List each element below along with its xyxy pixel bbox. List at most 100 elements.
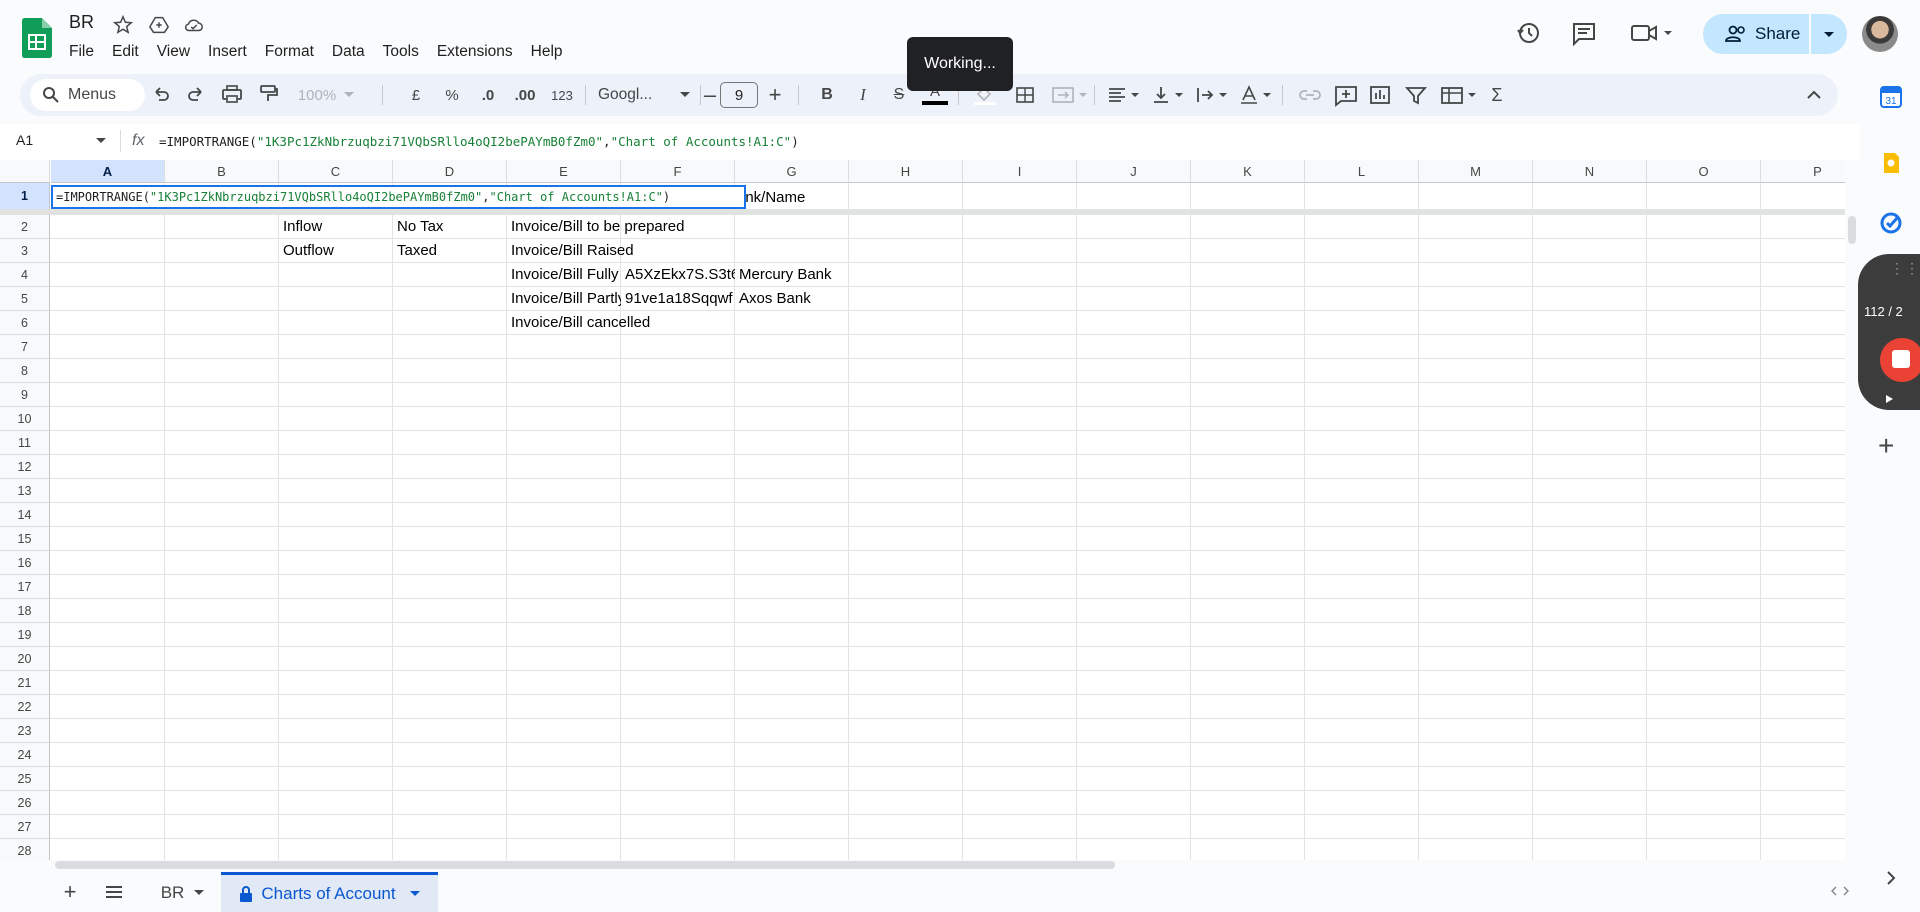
row-header-16[interactable]: 16 xyxy=(0,551,50,575)
play-icon[interactable] xyxy=(1884,394,1894,404)
row-header-7[interactable]: 7 xyxy=(0,335,50,359)
row-header-10[interactable]: 10 xyxy=(0,407,50,431)
insert-chart-icon[interactable] xyxy=(1366,74,1394,116)
column-header-b[interactable]: B xyxy=(165,160,279,183)
menu-file[interactable]: File xyxy=(60,42,103,64)
increase-decimal-button[interactable]: .00 xyxy=(506,74,544,116)
bold-button[interactable]: B xyxy=(810,74,844,116)
cell-d3[interactable]: Taxed xyxy=(393,239,507,263)
account-avatar[interactable] xyxy=(1862,16,1898,52)
drag-handle-icon[interactable]: ⋮⋮ xyxy=(1890,260,1920,277)
row-header-13[interactable]: 13 xyxy=(0,479,50,503)
menu-help[interactable]: Help xyxy=(522,42,572,64)
tasks-icon[interactable] xyxy=(1880,212,1902,234)
version-history-icon[interactable] xyxy=(1513,18,1543,48)
move-to-drive-icon[interactable] xyxy=(148,14,170,36)
paint-format-icon[interactable] xyxy=(256,74,280,116)
sheets-logo-icon[interactable] xyxy=(22,18,52,58)
sheet-tab-br[interactable]: BR xyxy=(150,876,215,910)
horizontal-align-icon[interactable] xyxy=(1104,74,1144,116)
menu-insert[interactable]: Insert xyxy=(199,42,256,64)
menu-edit[interactable]: Edit xyxy=(103,42,148,64)
row-header-28[interactable]: 28 xyxy=(0,839,50,860)
column-header-k[interactable]: K xyxy=(1191,160,1305,183)
name-box[interactable]: A1 xyxy=(16,132,33,148)
keep-icon[interactable] xyxy=(1880,152,1902,174)
screen-recorder-widget[interactable]: ⋮⋮ 112 / 2 xyxy=(1858,254,1920,410)
add-sheet-icon[interactable]: + xyxy=(58,879,82,904)
row-header-27[interactable]: 27 xyxy=(0,815,50,839)
filter-icon[interactable] xyxy=(1402,74,1430,116)
number-format-button[interactable]: 123 xyxy=(544,74,580,116)
decrease-decimal-button[interactable]: .0 xyxy=(470,74,506,116)
scroll-arrows-icon[interactable] xyxy=(1830,884,1850,898)
menu-extensions[interactable]: Extensions xyxy=(428,42,522,64)
functions-button[interactable]: Σ xyxy=(1482,74,1512,116)
expand-panel-icon[interactable] xyxy=(1884,870,1898,886)
column-header-d[interactable]: D xyxy=(393,160,507,183)
row-header-21[interactable]: 21 xyxy=(0,671,50,695)
menu-format[interactable]: Format xyxy=(256,42,323,64)
cloud-saved-icon[interactable] xyxy=(183,14,205,36)
row-header-26[interactable]: 26 xyxy=(0,791,50,815)
row-header-19[interactable]: 19 xyxy=(0,623,50,647)
row-header-18[interactable]: 18 xyxy=(0,599,50,623)
row-header-11[interactable]: 11 xyxy=(0,431,50,455)
cell-f5[interactable]: 91ve1a18Sqqwf xyxy=(621,287,735,311)
row-header-25[interactable]: 25 xyxy=(0,767,50,791)
column-header-j[interactable]: J xyxy=(1077,160,1191,183)
column-header-n[interactable]: N xyxy=(1533,160,1647,183)
column-header-o[interactable]: O xyxy=(1647,160,1761,183)
cell-d2[interactable]: No Tax xyxy=(393,215,507,239)
italic-button[interactable]: I xyxy=(846,74,880,116)
column-header-g[interactable]: G xyxy=(735,160,849,183)
merge-cells-icon[interactable] xyxy=(1048,74,1090,116)
row-header-15[interactable]: 15 xyxy=(0,527,50,551)
row-header-1[interactable]: 1 xyxy=(0,183,50,210)
add-on-icon[interactable]: + xyxy=(1878,432,1894,460)
redo-icon[interactable] xyxy=(185,74,207,116)
cell-c2[interactable]: Inflow xyxy=(279,215,393,239)
menus-search[interactable]: Menus xyxy=(30,79,145,111)
cell-e2[interactable]: Invoice/Bill to be prepared xyxy=(507,215,735,239)
menu-view[interactable]: View xyxy=(148,42,199,64)
cell-g4[interactable]: Mercury Bank xyxy=(735,263,849,287)
currency-format-button[interactable]: £ xyxy=(398,74,434,116)
row-header-9[interactable]: 9 xyxy=(0,383,50,407)
cell-e3[interactable]: Invoice/Bill Raised xyxy=(507,239,735,263)
row-header-2[interactable]: 2 xyxy=(0,215,50,239)
row-header-4[interactable]: 4 xyxy=(0,263,50,287)
column-header-i[interactable]: I xyxy=(963,160,1077,183)
cell-g1[interactable]: ank/Name xyxy=(737,186,851,210)
increase-font-size-icon[interactable]: + xyxy=(760,74,790,116)
cell-editor-a1[interactable]: =IMPORTRANGE("1K3Pc1ZkNbrzuqbzi71VQbSRll… xyxy=(51,185,746,209)
row-header-23[interactable]: 23 xyxy=(0,719,50,743)
meet-call-icon[interactable] xyxy=(1628,18,1674,48)
all-sheets-icon[interactable] xyxy=(102,880,126,904)
font-family-select[interactable]: Googl... xyxy=(598,74,690,116)
borders-icon[interactable] xyxy=(1010,74,1040,116)
cell-c3[interactable]: Outflow xyxy=(279,239,393,263)
row-header-8[interactable]: 8 xyxy=(0,359,50,383)
spreadsheet-grid[interactable]: ABCDEFGHIJKLMNOP 1 2 3 4 5 6 7 8 9 10 11 12 13 14 15 16… xyxy=(0,160,1845,860)
frozen-row-divider[interactable] xyxy=(0,210,1845,215)
row-header-5[interactable]: 5 xyxy=(0,287,50,311)
stop-recording-button[interactable] xyxy=(1880,338,1920,382)
row-header-24[interactable]: 24 xyxy=(0,743,50,767)
column-header-c[interactable]: C xyxy=(279,160,393,183)
row-header-22[interactable]: 22 xyxy=(0,695,50,719)
row-header-17[interactable]: 17 xyxy=(0,575,50,599)
row-header-12[interactable]: 12 xyxy=(0,455,50,479)
zoom-select[interactable]: 100% xyxy=(290,74,362,116)
menu-tools[interactable]: Tools xyxy=(374,42,428,64)
formula-input[interactable]: =IMPORTRANGE("1K3Pc1ZkNbrzuqbzi71VQbSRll… xyxy=(159,134,799,149)
vertical-align-icon[interactable] xyxy=(1148,74,1188,116)
filter-views-icon[interactable] xyxy=(1438,74,1480,116)
column-header-e[interactable]: E xyxy=(507,160,621,183)
row-header-3[interactable]: 3 xyxy=(0,239,50,263)
insert-comment-icon[interactable] xyxy=(1332,74,1360,116)
insert-link-icon[interactable] xyxy=(1296,74,1324,116)
menu-data[interactable]: Data xyxy=(323,42,374,64)
row-header-20[interactable]: 20 xyxy=(0,647,50,671)
vertical-scrollbar[interactable] xyxy=(1848,216,1856,244)
